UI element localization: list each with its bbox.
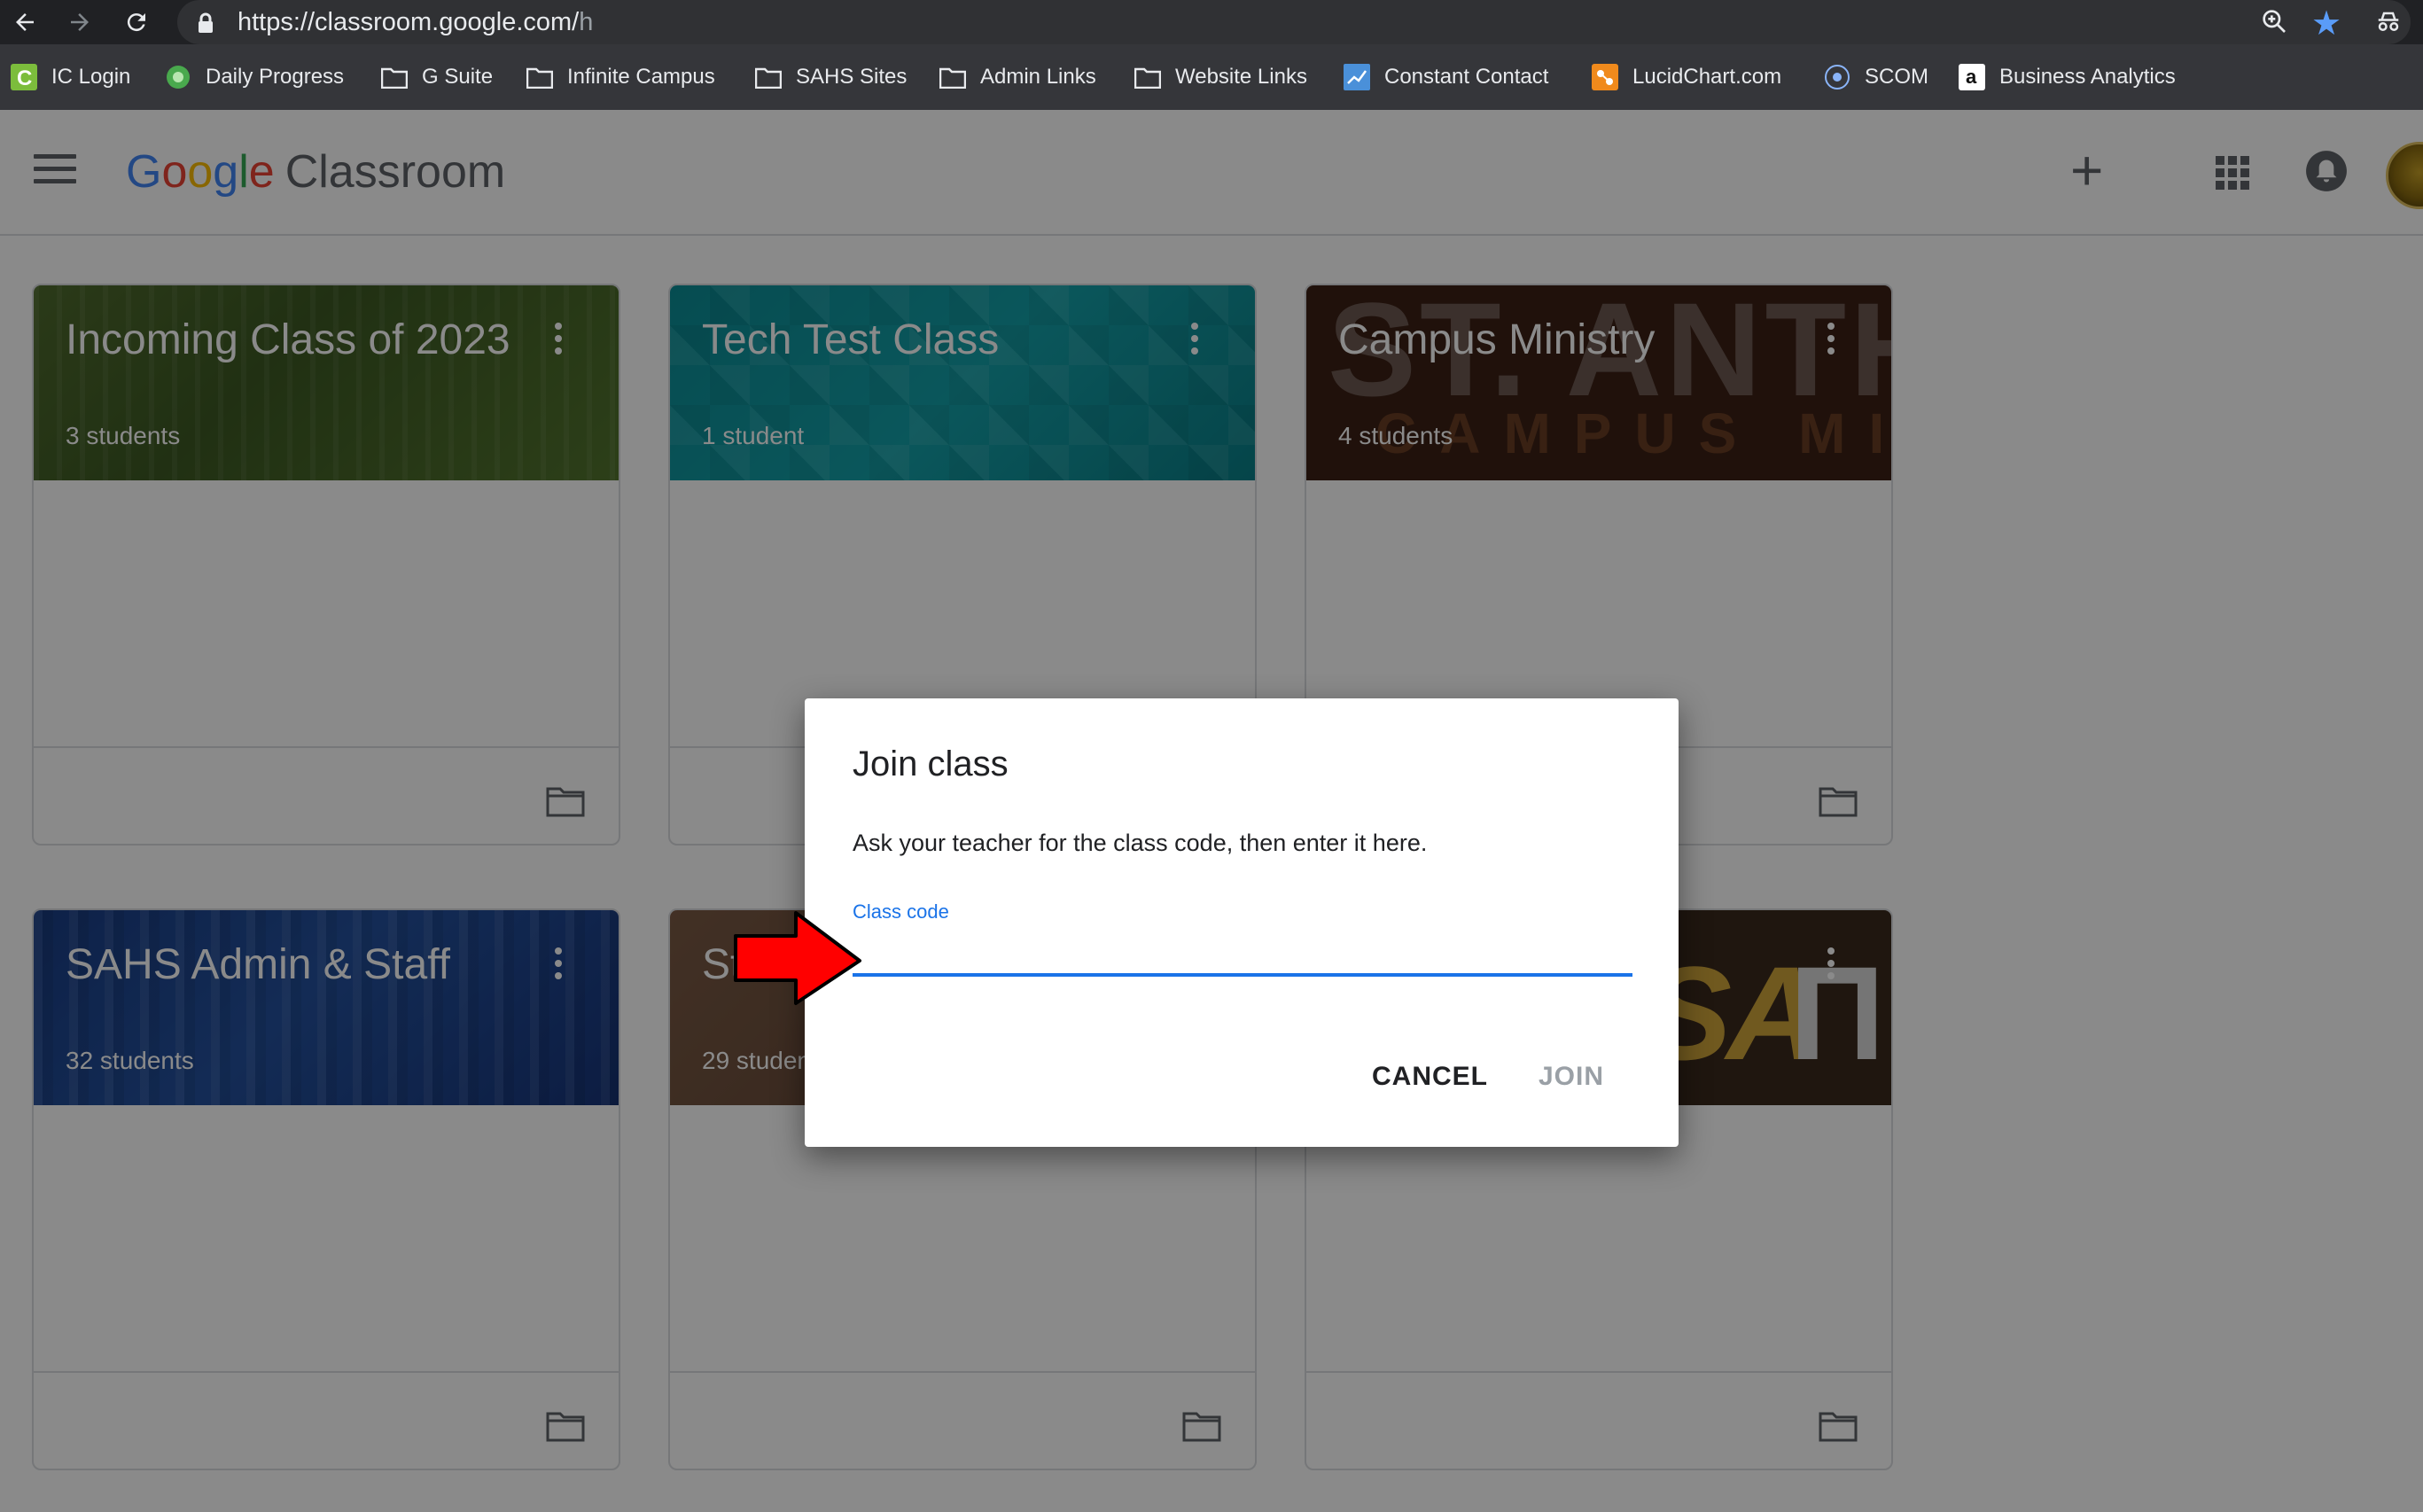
daily-progress-icon: [165, 64, 191, 90]
cancel-button[interactable]: CANCEL: [1372, 1062, 1488, 1092]
folder-icon: [1134, 64, 1161, 90]
ic-login-icon: C: [11, 64, 37, 90]
bookmark-scom[interactable]: SCOM: [1824, 44, 1928, 110]
bookmark-daily-progress[interactable]: Daily Progress: [165, 44, 344, 110]
bookmark-label: IC Login: [51, 65, 131, 89]
amazon-icon: a: [1959, 64, 1985, 90]
bookmark-constant-contact[interactable]: Constant Contact: [1344, 44, 1548, 110]
class-code-label: Class code: [853, 900, 949, 923]
join-class-dialog: Join class Ask your teacher for the clas…: [805, 698, 1679, 1147]
join-button[interactable]: JOIN: [1539, 1062, 1604, 1092]
bookmark-label: Admin Links: [980, 65, 1096, 89]
bookmark-infinite-campus[interactable]: Infinite Campus: [526, 44, 715, 110]
bookmark-label: Website Links: [1175, 65, 1307, 89]
red-arrow-annotation: [732, 909, 865, 1011]
browser-toolbar: https://classroom.google.com/h ★: [0, 0, 2423, 44]
bookmarks-bar: C IC Login Daily Progress G Suite Infini…: [0, 44, 2423, 111]
folder-icon: [755, 64, 782, 90]
lucidchart-icon: [1592, 64, 1618, 90]
bookmark-label: Constant Contact: [1384, 65, 1549, 89]
lock-icon: [197, 12, 214, 38]
bookmark-website-links[interactable]: Website Links: [1134, 44, 1307, 110]
bookmark-ic-login[interactable]: C IC Login: [11, 44, 130, 110]
bookmark-label: LucidChart.com: [1632, 65, 1782, 89]
reload-icon[interactable]: [119, 4, 154, 40]
dialog-title: Join class: [853, 744, 1009, 783]
bookmark-label: SAHS Sites: [796, 65, 908, 89]
bookmark-label: Daily Progress: [206, 65, 345, 89]
zoom-icon[interactable]: [2260, 7, 2288, 40]
bookmark-sahs-sites[interactable]: SAHS Sites: [755, 44, 907, 110]
folder-icon: [526, 64, 553, 90]
address-bar[interactable]: https://classroom.google.com/h ★: [177, 0, 2411, 44]
bookmark-label: SCOM: [1865, 65, 1928, 89]
bookmark-label: G Suite: [422, 65, 494, 89]
dialog-description: Ask your teacher for the class code, the…: [853, 830, 1428, 856]
svg-text:C: C: [17, 66, 32, 90]
bookmark-business-analytics[interactable]: a Business Analytics: [1959, 44, 2176, 110]
back-icon[interactable]: [7, 4, 43, 40]
folder-icon: [939, 64, 966, 90]
bookmark-label: Business Analytics: [1999, 65, 2176, 89]
incognito-icon[interactable]: [2375, 9, 2402, 40]
bookmark-lucidchart[interactable]: LucidChart.com: [1592, 44, 1781, 110]
url-text: https://classroom.google.com/h: [238, 8, 594, 36]
folder-icon: [381, 64, 408, 90]
constant-contact-icon: [1344, 64, 1370, 90]
class-code-input[interactable]: [853, 927, 1632, 977]
bookmark-admin-links[interactable]: Admin Links: [939, 44, 1096, 110]
bookmark-star-icon[interactable]: ★: [2311, 4, 2341, 43]
bookmark-label: Infinite Campus: [567, 65, 715, 89]
forward-icon[interactable]: [62, 4, 97, 40]
scom-icon: [1824, 64, 1850, 90]
bookmark-g-suite[interactable]: G Suite: [381, 44, 493, 110]
svg-text:a: a: [1966, 66, 1977, 88]
